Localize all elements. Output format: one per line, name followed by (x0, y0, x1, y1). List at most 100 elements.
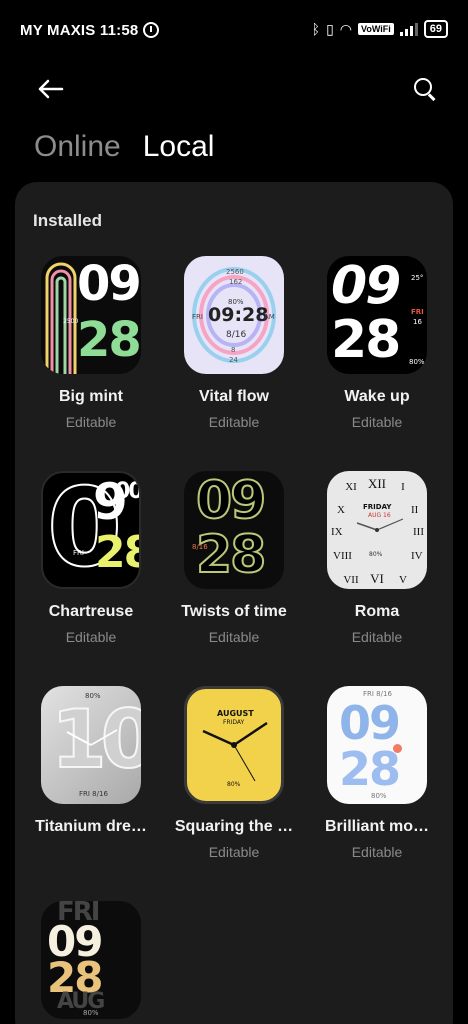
watch-face-thumbnail: 09 28 2500 (41, 256, 141, 374)
tab-bar: Online Local (34, 130, 214, 164)
svg-text:IX: IX (331, 526, 343, 538)
svg-text:IV: IV (411, 550, 423, 562)
date-label: FRI 8/16 (79, 790, 108, 798)
tab-online[interactable]: Online (34, 130, 121, 164)
watch-face-card[interactable]: 0 9 00 28 FRI Chartreuse Editable (21, 471, 161, 645)
watch-face-thumbnail: 10 80% FRI 8/16 (41, 686, 141, 804)
watch-face-thumbnail: 09 28 25° FRI 16 80% (327, 256, 427, 374)
date-label: 8/16 (226, 330, 247, 340)
watch-face-thumbnail: 2560 162 80% 09:28 FRI AM 8/16 8 24 (184, 256, 284, 374)
day-label: FRI (411, 308, 424, 316)
date-label: 16 (413, 318, 422, 326)
ampm-label: AM (264, 313, 275, 321)
watch-face-card[interactable]: 2560 162 80% 09:28 FRI AM 8/16 8 24 Vita… (164, 256, 304, 430)
watch-face-card[interactable]: XII XI I X II IX III VIII IV VII VI V FR… (307, 471, 447, 645)
watch-face-name: Chartreuse (48, 603, 134, 620)
watch-face-card[interactable]: FRI 8/16 09 28 80% Brilliant mo… Editabl… (307, 686, 447, 860)
alarm-icon (143, 22, 159, 38)
vibrate-icon: ▯ (326, 20, 334, 37)
svg-text:VII: VII (343, 574, 359, 586)
arrow-left-icon (38, 79, 64, 99)
watch-face-name: Wake up (344, 388, 410, 405)
minute-digits: 28 (77, 312, 141, 368)
watch-face-card[interactable]: AUGUST FRIDAY 80% Squaring the … Editabl… (164, 686, 304, 860)
watch-face-status: Editable (351, 844, 403, 860)
watch-face-status: Editable (351, 629, 403, 645)
date-label: AUG 16 (368, 512, 391, 519)
watch-face-thumbnail: 09 28 8/16 (184, 471, 284, 589)
battery-value: 80% (83, 1009, 99, 1017)
tab-local[interactable]: Local (143, 130, 215, 164)
battery-value: 80% (227, 781, 241, 788)
watch-face-name: Big mint (59, 388, 123, 405)
minute-digits: 28 (95, 527, 139, 578)
status-bar: MY MAXIS 11:58 ᛒ ▯ ◠ VoWiFi 69 (0, 0, 468, 60)
time-digits: 09:28 (208, 304, 269, 326)
svg-text:III: III (413, 526, 424, 538)
battery-indicator: 69 (423, 20, 448, 38)
minute-digits: 28 (195, 525, 267, 585)
signal-icon (399, 22, 418, 36)
search-button[interactable] (412, 76, 438, 102)
stat-value: 8 (231, 346, 236, 354)
watch-face-card[interactable]: 09 28 8/16 Twists of time Editable (164, 471, 304, 645)
carrier-time: MY MAXIS 11:58 (20, 22, 139, 39)
back-button[interactable] (34, 72, 68, 106)
bluetooth-icon: ᛒ (311, 21, 321, 37)
watch-face-status: Editable (65, 414, 117, 430)
second-digits: 00 (115, 479, 141, 504)
watch-face-card[interactable]: 09 28 2500 Big mint Editable (21, 256, 161, 430)
temperature-value: 25° (411, 274, 424, 282)
section-title: Installed (33, 211, 102, 230)
svg-text:II: II (411, 504, 419, 516)
hour-digits: 09 (77, 256, 141, 312)
heart-rate-value: 162 (229, 278, 243, 286)
svg-text:V: V (399, 574, 407, 586)
svg-text:XII: XII (368, 476, 386, 491)
minute-digits: 28 (331, 310, 401, 370)
day-label: FRI (73, 549, 84, 557)
watch-face-thumbnail: FRI 8/16 09 28 80% (327, 686, 427, 804)
roman-dial-graphic: XII XI I X II IX III VIII IV VII VI V (331, 476, 424, 586)
watch-face-card[interactable]: 10 80% FRI 8/16 Titanium dre… (21, 686, 161, 844)
battery-value: 80% (369, 551, 383, 558)
watch-face-status: Editable (208, 629, 260, 645)
svg-text:XI: XI (345, 481, 357, 493)
minute-digits: 28 (339, 742, 401, 796)
watch-face-name: Twists of time (181, 603, 287, 620)
watch-face-thumbnail: 0 9 00 28 FRI (41, 471, 141, 589)
battery-value: 80% (85, 692, 101, 700)
top-bar (0, 60, 468, 120)
svg-text:VI: VI (370, 571, 384, 586)
battery-value: 80% (371, 792, 387, 800)
svg-text:X: X (337, 504, 345, 516)
watch-face-thumbnail: FRI 09 28 AUG 80% (41, 901, 141, 1019)
day-label: FRIDAY (363, 503, 392, 511)
watch-face-status: Editable (351, 414, 403, 430)
day-label: FRIDAY (223, 719, 245, 726)
watch-face-status: Editable (208, 844, 260, 860)
watch-face-status: Editable (65, 629, 117, 645)
status-icons: ᛒ ▯ ◠ VoWiFi 69 (312, 20, 448, 38)
decor-dot (393, 744, 402, 753)
watch-face-name: Titanium dre… (35, 818, 147, 835)
hour-digits: 09 (339, 696, 401, 750)
watch-face-name: Roma (354, 603, 400, 620)
watch-face-name: Vital flow (199, 388, 269, 405)
date-label: 8/16 (192, 543, 208, 551)
wifi-icon: ◠ (339, 20, 352, 37)
hour-digits: 09 (331, 256, 401, 316)
hour-digits: 09 (195, 471, 267, 531)
clock-hands-graphic (66, 729, 118, 746)
svg-text:VIII: VIII (333, 550, 352, 562)
battery-value: 80% (409, 358, 425, 366)
watch-face-card[interactable]: 09 28 25° FRI 16 80% Wake up Editable (307, 256, 447, 430)
watch-face-thumbnail: XII XI I X II IX III VIII IV VII VI V FR… (327, 471, 427, 589)
watch-face-name: Squaring the … (174, 818, 294, 835)
day-label: FRI (192, 313, 203, 321)
vowifi-badge: VoWiFi (358, 23, 394, 35)
watch-face-card[interactable]: FRI 09 28 AUG 80% (21, 901, 161, 1019)
month-label: AUGUST (217, 709, 254, 718)
watch-face-thumbnail: AUGUST FRIDAY 80% (184, 686, 284, 804)
stat-value: 24 (229, 356, 238, 364)
